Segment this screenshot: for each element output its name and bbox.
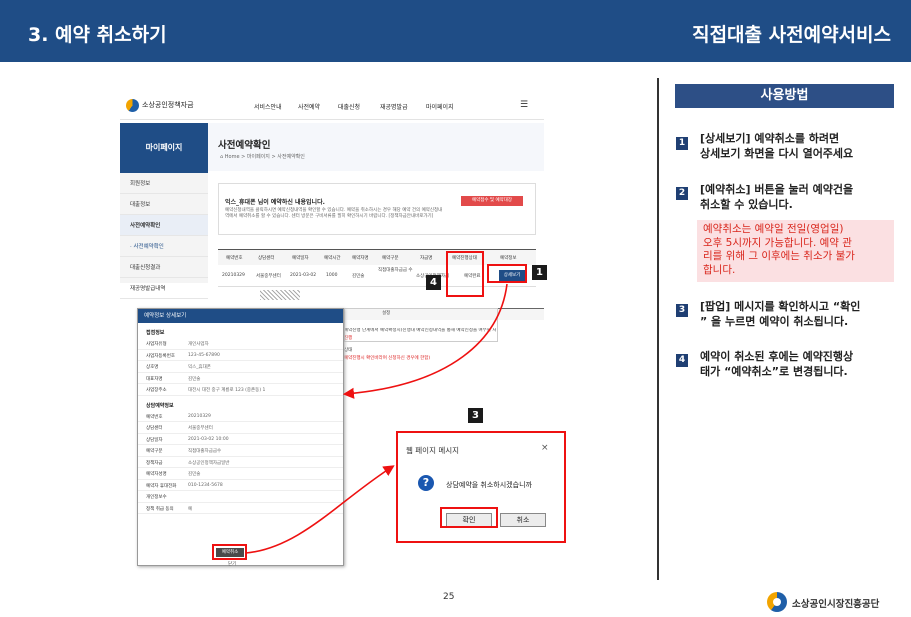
arrow-to-dialog [245,465,395,554]
org-name: 소상공인시장진흥공단 [792,599,880,610]
page-number: 25 [443,592,455,602]
step-number: 4 [676,354,688,367]
step-number: 3 [676,304,688,317]
note-text: 예약취소는 예약일 전일(영업일) 오후 5시까지 가능합니다. 예약 관 리를… [703,223,855,276]
step-text: 예약이 취소된 후에는 예약진행상 태가 “예약취소”로 변경됩니다. [700,350,854,378]
step-number: 2 [676,187,688,200]
step-text: [예약취소] 버튼을 눌러 예약건을 취소할 수 있습니다. [700,183,854,211]
note-box: 예약취소는 예약일 전일(영업일) 오후 5시까지 가능합니다. 예약 관 리를… [697,220,894,282]
step-number: 1 [676,137,688,150]
usage-header: 사용방법 [675,84,894,108]
step-text: [팝업] 메시지를 확인하시고 “확인 ” 을 누르면 예약이 취소됩니다. [700,300,861,328]
org-logo-icon [767,592,787,612]
divider-line [657,78,659,580]
step-text: [상세보기] 예약취소를 하려면 상세보기 화면을 다시 열어주세요 [700,132,854,160]
arrow-to-popup [342,283,508,399]
